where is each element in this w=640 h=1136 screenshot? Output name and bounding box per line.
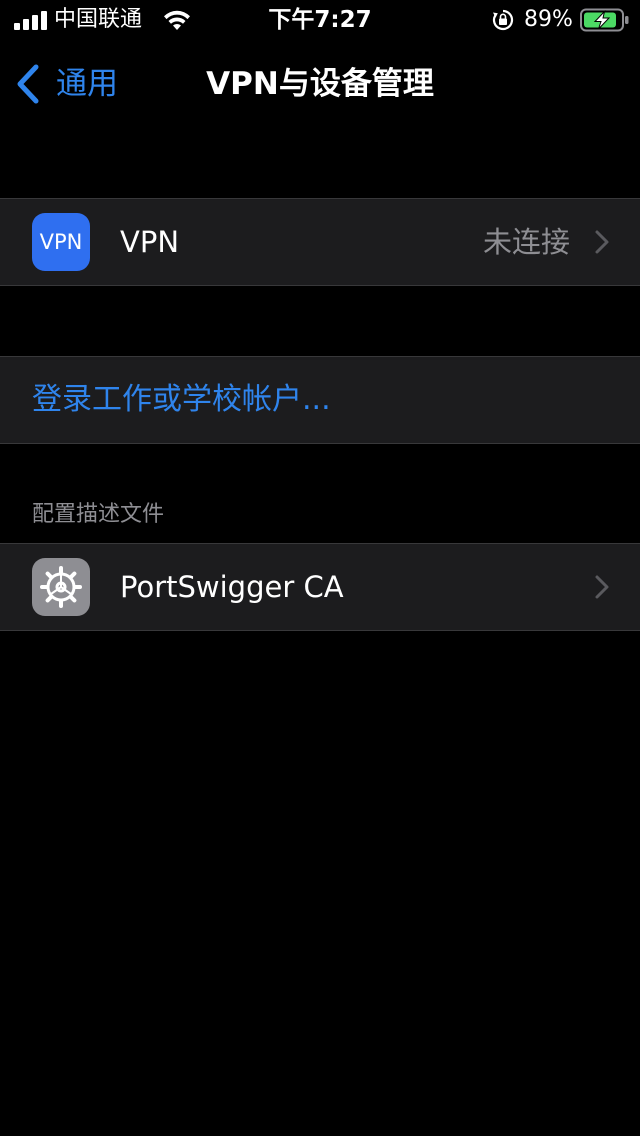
- vpn-label: VPN: [120, 225, 180, 259]
- orientation-lock-icon: [492, 9, 514, 31]
- gear-icon: [32, 558, 90, 616]
- profile-name: PortSwigger CA: [120, 570, 344, 604]
- vpn-icon: VPN: [32, 213, 90, 271]
- battery-charging-icon: [580, 8, 629, 32]
- chevron-right-icon: [595, 575, 609, 599]
- sign-in-account-link[interactable]: 登录工作或学校帐户...: [32, 379, 331, 421]
- battery-percentage: 89%: [524, 7, 573, 32]
- account-group: 登录工作或学校帐户...: [0, 356, 640, 444]
- navigation-bar: 通用 VPN与设备管理: [0, 40, 640, 128]
- vpn-group: VPN VPN 未连接: [0, 198, 640, 286]
- gear-icon-glyph: [40, 566, 82, 608]
- vpn-status: 未连接: [482, 225, 570, 259]
- profiles-group: PortSwigger CA: [0, 543, 640, 631]
- vpn-row[interactable]: VPN VPN 未连接: [0, 199, 640, 285]
- chevron-right-icon: [595, 230, 609, 254]
- profile-row-portswigger[interactable]: PortSwigger CA: [0, 544, 640, 630]
- sign-in-account-row[interactable]: 登录工作或学校帐户...: [0, 357, 640, 443]
- page-title: VPN与设备管理: [206, 66, 434, 102]
- profiles-section-header: 配置描述文件: [32, 502, 165, 527]
- status-bar: 中国联通 下午7:27 89%: [0, 0, 640, 40]
